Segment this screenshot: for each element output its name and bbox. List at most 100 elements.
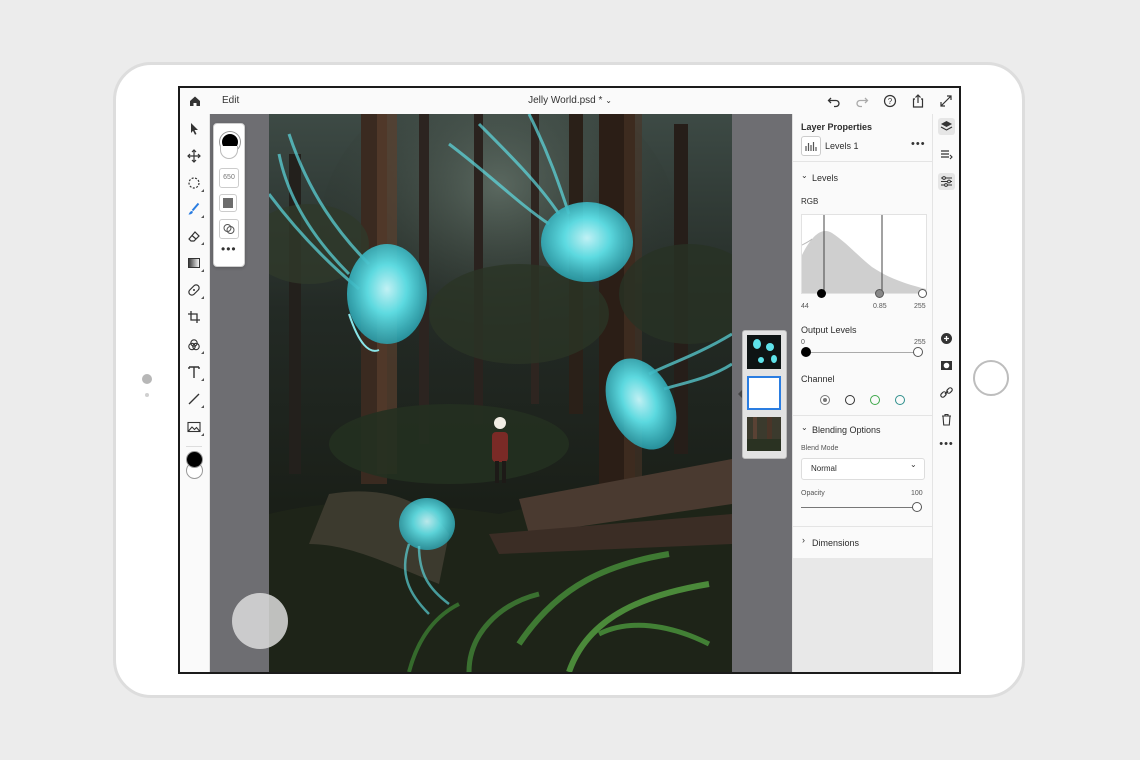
help-icon[interactable]: ? (882, 93, 898, 109)
blending-options-header[interactable]: Blending Options (812, 425, 881, 435)
output-max-value: 255 (914, 339, 926, 346)
brush-secondary-swatch[interactable] (220, 146, 238, 159)
brush-size-button[interactable]: 650 (219, 168, 239, 188)
layer-name[interactable]: Levels 1 (825, 141, 859, 151)
brush-tool[interactable] (185, 200, 204, 218)
chevron-down-icon[interactable]: ⌄ (801, 423, 808, 432)
camera (142, 374, 152, 384)
layer-thumb-levels[interactable] (747, 376, 781, 410)
more-options-corner (201, 405, 204, 408)
chevron-right-icon[interactable]: › (802, 535, 805, 545)
foreground-color-swatch[interactable] (186, 451, 203, 468)
home-icon[interactable] (188, 94, 202, 108)
more-options-corner (201, 189, 204, 192)
divider (793, 526, 933, 527)
brush-opacity-button[interactable] (219, 194, 237, 212)
document-title[interactable]: Jelly World.psd * ⌄ (500, 95, 640, 106)
select-tool[interactable] (185, 120, 203, 138)
channel-red-radio[interactable] (845, 395, 855, 405)
properties-panel: Layer Properties Levels 1 ••• ⌄ Levels R… (792, 114, 933, 672)
output-black-slider[interactable] (801, 347, 811, 357)
panel-title: Layer Properties (801, 122, 873, 132)
layer-stack-icon[interactable] (938, 146, 955, 163)
brush-settings-button[interactable] (219, 219, 239, 239)
arrow-pointer-icon (191, 123, 198, 135)
right-icon-rail: ••• (932, 114, 959, 672)
divider (793, 415, 933, 416)
channel-blue-radio[interactable] (895, 395, 905, 405)
document-canvas-image[interactable] (269, 114, 732, 672)
input-white-slider[interactable] (918, 289, 927, 298)
divider (793, 161, 933, 162)
blend-mode-dropdown[interactable]: Normal ⌄ (801, 458, 925, 480)
layers-strip (742, 330, 787, 459)
crop-tool[interactable] (185, 308, 203, 326)
touch-indicator[interactable] (232, 593, 288, 649)
healing-tool[interactable] (185, 281, 204, 299)
properties-sliders-icon[interactable] (938, 173, 955, 190)
channel-green-radio[interactable] (870, 395, 880, 405)
input-max-value: 255 (914, 303, 926, 310)
chevron-down-icon: ⌄ (605, 96, 612, 105)
input-mid-value: 0.85 (873, 303, 887, 310)
home-button[interactable] (973, 360, 1009, 396)
more-options-corner (201, 215, 204, 218)
levels-section-header[interactable]: Levels (812, 173, 838, 183)
more-options-corner (201, 269, 204, 272)
share-icon[interactable] (910, 93, 926, 109)
opacity-slider-track[interactable] (801, 507, 913, 508)
move-tool[interactable] (185, 147, 203, 165)
more-options-corner (201, 351, 204, 354)
layer-thumb-jellyfish[interactable] (747, 335, 781, 369)
eraser-tool[interactable] (185, 227, 204, 245)
channel-rgb-label: RGB (801, 197, 819, 206)
layer-thumb-forest[interactable] (747, 417, 781, 451)
move-arrows-icon (187, 149, 201, 163)
layer-type-button[interactable] (801, 136, 821, 156)
lasso-tool[interactable] (185, 174, 204, 192)
gradient-tool[interactable] (185, 254, 204, 272)
opacity-label: Opacity (801, 490, 825, 497)
edit-menu[interactable]: Edit (222, 95, 239, 106)
adjust-tool[interactable] (185, 336, 204, 354)
mask-icon[interactable] (938, 357, 955, 374)
histogram-graph (802, 215, 926, 293)
sensor (145, 393, 149, 397)
app-screen: Edit Jelly World.psd * ⌄ ? 650 ••• Layer… (178, 86, 961, 674)
output-white-slider[interactable] (913, 347, 923, 357)
redo-icon[interactable] (854, 93, 870, 109)
more-options-icon[interactable]: ••• (221, 242, 237, 256)
blend-mode-value: Normal (811, 464, 837, 473)
image-tool[interactable] (185, 418, 204, 436)
input-min-value: 44 (801, 303, 809, 310)
opacity-slider-handle[interactable] (912, 502, 922, 512)
forest-jellyfish-artwork (269, 114, 732, 672)
fullscreen-icon[interactable] (938, 93, 954, 109)
svg-text:?: ? (888, 97, 893, 106)
trash-icon[interactable] (938, 411, 955, 428)
levels-histogram[interactable] (801, 214, 927, 294)
more-options-icon[interactable]: ••• (938, 438, 955, 455)
chevron-down-icon[interactable]: ⌄ (801, 171, 808, 180)
jellyfish-thumbnail-icon (753, 339, 777, 363)
more-options-corner (201, 378, 204, 381)
input-gamma-slider[interactable] (875, 289, 884, 298)
add-layer-icon[interactable] (938, 330, 955, 347)
tools-toolbar (180, 114, 210, 672)
undo-icon[interactable] (826, 93, 842, 109)
dimensions-section-header[interactable]: Dimensions (812, 538, 859, 548)
type-tool[interactable] (185, 363, 204, 381)
output-levels-track[interactable] (805, 352, 919, 353)
channel-label: Channel (801, 374, 835, 384)
histogram-icon (805, 142, 817, 151)
channel-rgb-radio[interactable] (820, 395, 830, 405)
input-black-slider[interactable] (817, 289, 826, 298)
output-min-value: 0 (801, 339, 805, 346)
layers-icon[interactable] (938, 118, 955, 135)
layers-strip-handle[interactable] (738, 390, 742, 398)
link-icon[interactable] (938, 384, 955, 401)
line-tool[interactable] (185, 390, 204, 408)
toolbar-divider (186, 446, 202, 447)
layer-more-icon[interactable]: ••• (911, 138, 926, 150)
top-bar: Edit Jelly World.psd * ⌄ ? (180, 88, 959, 115)
